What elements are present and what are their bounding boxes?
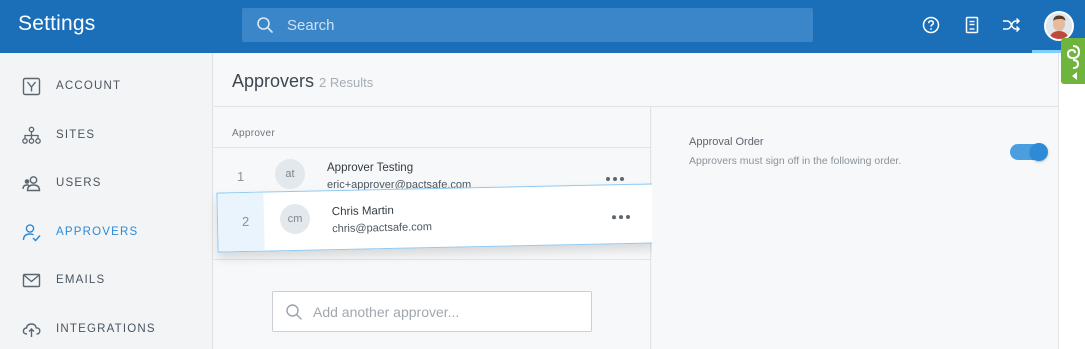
more-options-icon[interactable] — [606, 168, 630, 181]
user-avatar[interactable] — [1044, 11, 1074, 41]
cloud-icon — [22, 323, 41, 337]
help-tab[interactable] — [1061, 38, 1085, 84]
approver-initials-badge: at — [275, 159, 305, 189]
search-input[interactable]: Search — [287, 17, 335, 34]
approval-settings-panel: Approval Order Approvers must sign off i… — [652, 107, 1058, 349]
search-icon — [286, 304, 302, 320]
sidebar: ACCOUNT SITES USERS APPROVERS EMAILS INT… — [0, 53, 213, 349]
page-header: Approvers 2 Results — [214, 53, 1058, 107]
document-icon[interactable] — [962, 15, 982, 35]
approval-order-toggle[interactable] — [1010, 143, 1048, 161]
sidebar-item-account[interactable]: ACCOUNT — [0, 66, 213, 106]
help-tab-icon — [1066, 45, 1081, 80]
users-icon — [22, 176, 41, 192]
page-title: Approvers — [232, 71, 315, 91]
sidebar-item-label: USERS — [56, 177, 102, 189]
approver-email: chris@pactsafe.com — [332, 221, 433, 236]
sidebar-item-label: ACCOUNT — [56, 80, 122, 92]
approver-name: Approver Testing — [327, 162, 414, 174]
approver-row-dragging[interactable]: 2 cm Chris Martin chris@pactsafe.com — [216, 183, 656, 253]
sidebar-item-integrations[interactable]: INTEGRATIONS — [0, 309, 213, 349]
envelope-icon — [22, 273, 41, 288]
result-count: 2 Results — [319, 75, 374, 90]
app-title: Settings — [18, 12, 96, 35]
divider — [214, 259, 651, 260]
add-approver-input[interactable]: Add another approver... — [272, 291, 592, 332]
approver-initials-badge: cm — [279, 203, 311, 235]
sidebar-item-sites[interactable]: SITES — [0, 115, 213, 155]
account-icon — [22, 77, 41, 96]
shuffle-icon[interactable] — [1001, 15, 1021, 35]
sidebar-item-label: SITES — [56, 129, 96, 141]
avatar-image — [1046, 13, 1072, 39]
add-approver-placeholder: Add another approver... — [313, 304, 460, 320]
column-header-approver: Approver — [232, 128, 275, 139]
toggle-knob — [1030, 143, 1048, 161]
approval-order-description: Approvers must sign off in the following… — [689, 155, 902, 167]
approver-check-icon — [22, 224, 41, 242]
approver-order: 1 — [237, 169, 245, 184]
search-icon — [257, 17, 273, 33]
approval-order-label: Approval Order — [689, 136, 764, 148]
search-bar[interactable]: Search — [242, 8, 813, 42]
sitemap-icon — [22, 126, 41, 144]
approver-order: 2 — [241, 213, 250, 230]
approver-name: Chris Martin — [331, 204, 394, 219]
top-bar: Settings Search — [0, 0, 1085, 53]
sidebar-item-label: EMAILS — [56, 274, 106, 286]
sidebar-item-label: APPROVERS — [56, 226, 139, 238]
right-strip — [1058, 53, 1085, 349]
help-circle-icon[interactable] — [921, 15, 941, 35]
sidebar-item-emails[interactable]: EMAILS — [0, 260, 213, 300]
sidebar-item-label: INTEGRATIONS — [56, 323, 156, 335]
sidebar-item-users[interactable]: USERS — [0, 163, 213, 203]
sidebar-item-approvers[interactable]: APPROVERS — [0, 212, 213, 252]
order-cell — [217, 192, 265, 252]
more-options-icon[interactable] — [611, 206, 636, 220]
